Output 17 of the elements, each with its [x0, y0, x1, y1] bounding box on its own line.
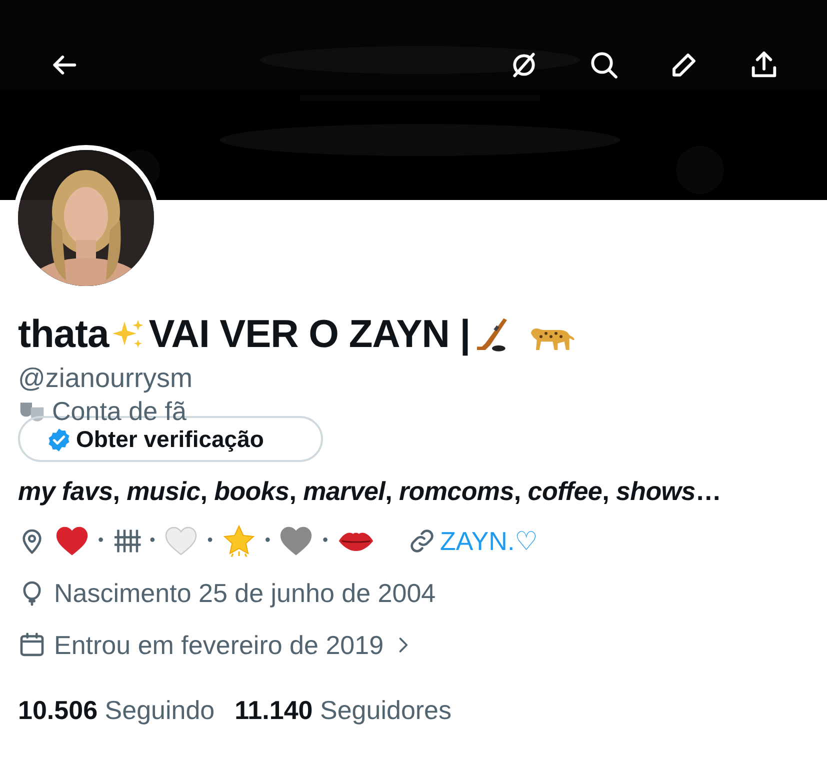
display-name: VAI VER O ZAYN |: [148, 313, 470, 357]
link-icon: [408, 527, 436, 555]
follow-stat-link[interactable]: 11.140 Seguidores: [234, 695, 452, 726]
separator-dot: •: [322, 532, 328, 550]
verified-badge-icon: [46, 427, 72, 453]
separator-dot: •: [207, 532, 213, 550]
calendar-icon: [18, 631, 46, 659]
separator-dot: •: [98, 532, 104, 550]
star-icon: [220, 523, 257, 559]
display-name: thata: [18, 313, 109, 357]
separator-dot: •: [264, 532, 270, 550]
bio-text: my favs, music, books, marvel, romcoms, coffee, shows…: [18, 476, 722, 507]
separator-dot: •: [150, 532, 156, 550]
follow-stat-link[interactable]: 10.506 Seguindo: [18, 695, 215, 726]
birth-date: Nascimento 25 de junho de 2004: [54, 578, 436, 608]
user-handle: @zianourrysm: [18, 363, 194, 394]
join-date: Entrou em fevereiro de 2019: [54, 630, 384, 660]
